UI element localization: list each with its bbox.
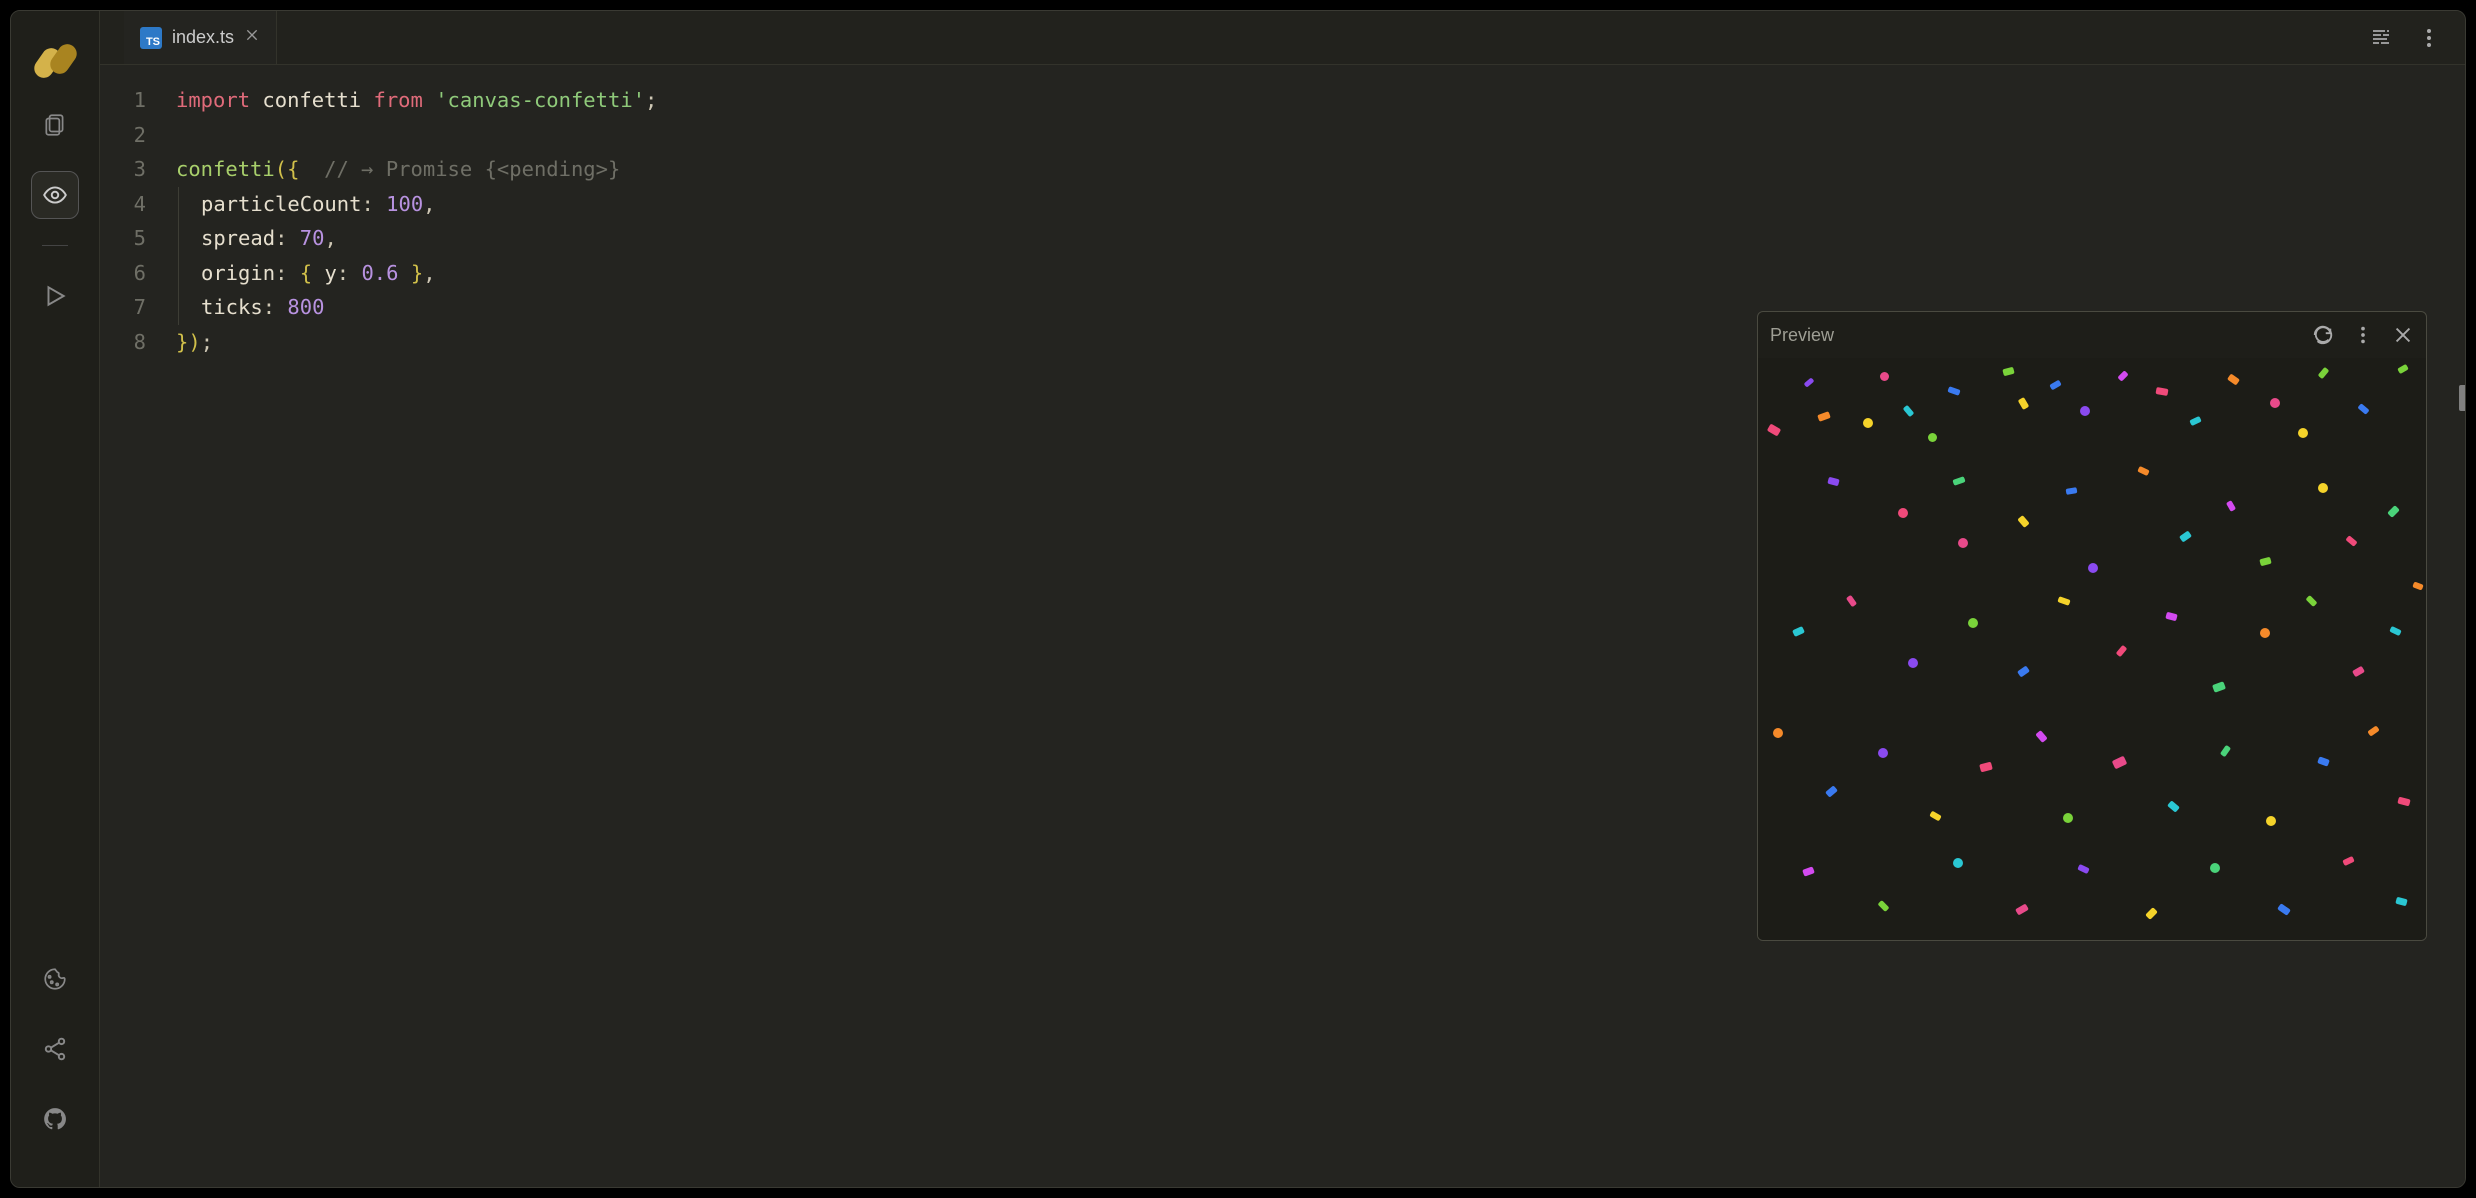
code-content: import confetti from 'canvas-confetti'; … <box>154 65 657 1187</box>
line-gutter: 12345678 <box>100 65 154 1187</box>
preview-panel: Preview <box>1757 311 2427 941</box>
preview-header: Preview <box>1758 312 2426 358</box>
app-logo-icon <box>36 41 74 79</box>
more-button[interactable] <box>2417 26 2441 50</box>
share-button[interactable] <box>31 1025 79 1073</box>
preview-canvas <box>1758 358 2426 940</box>
files-button[interactable] <box>31 101 79 149</box>
app-frame: TS index.ts 12345678 import confetti fro… <box>10 10 2466 1188</box>
main-area: TS index.ts 12345678 import confetti fro… <box>100 11 2465 1187</box>
prettier-button[interactable] <box>2369 26 2393 50</box>
preview-more-button[interactable] <box>2352 324 2374 346</box>
tab-bar: TS index.ts <box>100 11 2465 65</box>
preview-title: Preview <box>1770 325 2294 346</box>
tab-filename: index.ts <box>172 27 234 48</box>
preview-button[interactable] <box>31 171 79 219</box>
github-button[interactable] <box>31 1095 79 1143</box>
activity-divider <box>42 245 68 246</box>
run-button[interactable] <box>31 272 79 320</box>
close-preview-button[interactable] <box>2392 324 2414 346</box>
activity-bar <box>11 11 100 1187</box>
tab-index-ts[interactable]: TS index.ts <box>124 11 277 64</box>
reload-preview-button[interactable] <box>2312 324 2334 346</box>
scrollbar-mark[interactable] <box>2459 385 2465 411</box>
typescript-file-icon: TS <box>140 27 162 49</box>
theme-button[interactable] <box>31 955 79 1003</box>
close-tab-button[interactable] <box>244 27 260 48</box>
